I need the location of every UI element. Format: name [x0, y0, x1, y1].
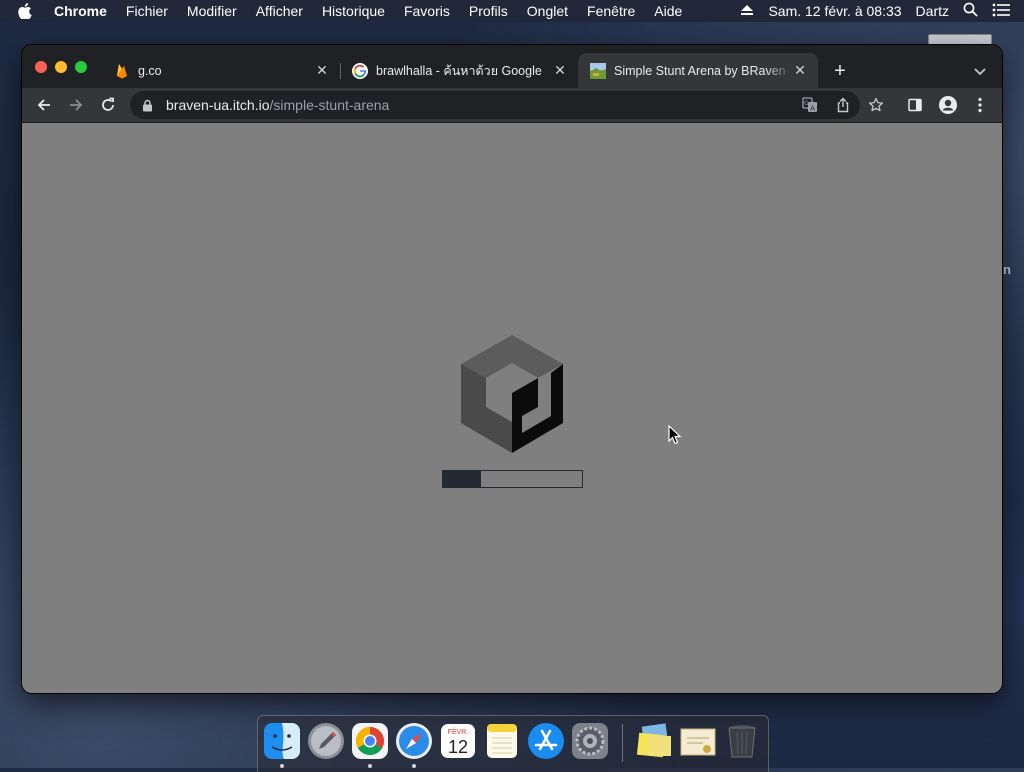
reload-button[interactable]: [97, 94, 119, 116]
tab-title: Simple Stunt Arena by BRaven: [614, 63, 786, 78]
svg-text:A: A: [810, 105, 815, 113]
menu-aide[interactable]: Aide: [654, 0, 682, 22]
calendar-icon[interactable]: FÉVR. 12: [439, 722, 477, 760]
bookmark-star-icon[interactable]: [865, 94, 887, 116]
menu-historique[interactable]: Historique: [322, 0, 385, 22]
tab-title: g.co: [138, 63, 162, 78]
translate-icon[interactable]: AG: [802, 97, 818, 118]
tab-title: brawlhalla - ค้นหาด้วย Google: [376, 63, 542, 78]
apple-menu-icon[interactable]: [18, 3, 34, 19]
menu-profils[interactable]: Profils: [469, 0, 508, 22]
close-window-button[interactable]: [35, 61, 47, 73]
spotlight-search-icon[interactable]: [963, 2, 978, 20]
launchpad-icon[interactable]: [307, 722, 345, 760]
dock: FÉVR. 12: [257, 715, 769, 772]
svg-text:G: G: [804, 100, 809, 107]
close-tab-icon[interactable]: ✕: [792, 62, 808, 79]
close-tab-icon[interactable]: ✕: [552, 62, 568, 79]
url-text[interactable]: braven-ua.itch.io/simple-stunt-arena: [166, 97, 389, 113]
lock-icon[interactable]: [142, 98, 156, 112]
desktop-label: n: [1003, 262, 1011, 277]
app-store-icon[interactable]: [527, 722, 565, 760]
back-button[interactable]: [33, 94, 55, 116]
tab-gco[interactable]: g.co ✕: [102, 53, 340, 88]
menu-afficher[interactable]: Afficher: [256, 0, 303, 22]
calendar-month: FÉVR.: [448, 727, 469, 736]
loading-progress-fill: [443, 471, 481, 487]
stickies-icon[interactable]: [635, 722, 673, 760]
url-path: /simple-stunt-arena: [269, 97, 390, 113]
certificate-icon[interactable]: [679, 722, 717, 760]
eject-icon[interactable]: [740, 3, 754, 19]
forward-button[interactable]: [65, 94, 87, 116]
trash-icon[interactable]: [723, 722, 761, 760]
close-tab-icon[interactable]: ✕: [314, 62, 330, 79]
tab-simple-stunt-arena[interactable]: Simple Stunt Arena by BRaven ✕: [578, 53, 818, 88]
running-indicator: [368, 764, 372, 768]
user-name[interactable]: Dartz: [916, 3, 949, 19]
clock[interactable]: Sam. 12 févr. à 08:33: [768, 3, 901, 19]
game-thumbnail-icon: [590, 62, 606, 79]
page-content[interactable]: [22, 123, 1002, 693]
browser-toolbar: braven-ua.itch.io/simple-stunt-arena AG: [22, 88, 1002, 123]
tab-search-chevron-icon[interactable]: [970, 61, 990, 81]
chrome-icon[interactable]: [351, 722, 389, 760]
menu-favoris[interactable]: Favoris: [404, 0, 450, 22]
finder-icon[interactable]: [263, 722, 301, 760]
tab-strip: g.co ✕ brawlhalla - ค้นหาด้วย Google ✕ S…: [22, 45, 1002, 88]
mouse-cursor-icon: [668, 424, 682, 450]
menu-fenetre[interactable]: Fenêtre: [587, 0, 635, 22]
side-panel-icon[interactable]: [904, 94, 926, 116]
menu-app-name[interactable]: Chrome: [54, 0, 107, 22]
running-indicator: [412, 764, 416, 768]
safari-icon[interactable]: [395, 722, 433, 760]
menu-modifier[interactable]: Modifier: [187, 0, 237, 22]
firebase-flame-icon: [114, 63, 130, 79]
menu-bar: Chrome Fichier Modifier Afficher Histori…: [0, 0, 1024, 22]
browser-window: g.co ✕ brawlhalla - ค้นหาด้วย Google ✕ S…: [22, 45, 1002, 693]
url-host: braven-ua.itch.io: [166, 97, 270, 113]
address-bar[interactable]: braven-ua.itch.io/simple-stunt-arena AG: [130, 91, 860, 119]
menu-fichier[interactable]: Fichier: [126, 0, 168, 22]
notes-icon[interactable]: [483, 722, 521, 760]
more-menu-icon[interactable]: [969, 94, 991, 116]
new-tab-button[interactable]: +: [828, 59, 852, 83]
google-g-icon: [352, 62, 368, 79]
profile-avatar-icon[interactable]: [937, 94, 959, 116]
zoom-window-button[interactable]: [75, 61, 87, 73]
tab-google-search[interactable]: brawlhalla - ค้นหาด้วย Google ✕: [340, 53, 578, 88]
calendar-day: 12: [448, 737, 468, 757]
unity-logo-icon: [459, 333, 565, 455]
menu-onglet[interactable]: Onglet: [527, 0, 568, 22]
control-center-icon[interactable]: [992, 3, 1010, 20]
running-indicator: [280, 764, 284, 768]
dock-separator: [622, 724, 623, 762]
share-icon[interactable]: [835, 97, 851, 118]
system-preferences-icon[interactable]: [571, 722, 609, 760]
loading-progress-bar: [442, 470, 583, 488]
minimize-window-button[interactable]: [55, 61, 67, 73]
